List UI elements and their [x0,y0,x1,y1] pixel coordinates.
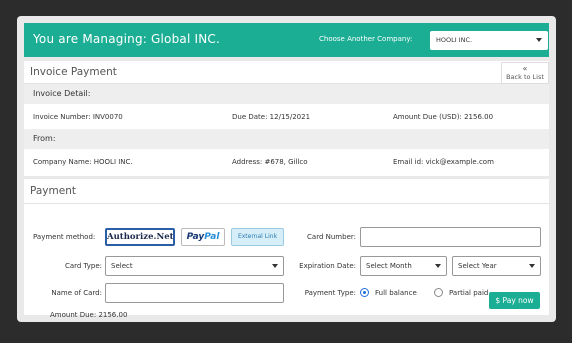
choose-company-label: Choose Another Company: [319,35,413,43]
full-balance-radio[interactable] [360,288,369,297]
invoice-payment-heading: Invoice Payment [30,66,117,78]
double-chevron-left-icon: « [522,64,528,73]
company-info-row: Company Name: HOOLI INC. Address: #678, … [24,151,549,173]
from-label: From: [33,134,56,143]
name-of-card-label: Name of Card: [51,289,102,297]
company-select[interactable]: HOOLI INC. [430,31,548,50]
from-row: From: [24,129,549,149]
expiration-month-value: Select Month [366,262,412,270]
card-number-label: Card Number: [307,233,356,241]
invoice-detail-row: Invoice Detail: [24,84,549,104]
company-email: Email id: vick@example.com [393,158,494,166]
invoice-number: Invoice Number: INV0070 [33,113,123,121]
back-to-list-button[interactable]: « Back to List [501,62,549,84]
invoice-panel-header: Invoice Payment « Back to List [24,61,549,84]
card-type-label: Card Type: [64,262,102,270]
external-link-button[interactable]: External Link [231,228,284,246]
expiration-date-label: Expiration Date: [299,262,356,270]
invoice-card: You are Managing: Global INC. Choose Ano… [17,16,556,322]
card-type-value: Select [111,262,133,270]
payment-heading: Payment [30,185,76,197]
pay-now-button[interactable]: $ Pay now [489,292,540,309]
invoice-payment-panel: Invoice Payment « Back to List Invoice D… [24,61,549,176]
paypal-logo-pay: Pay [186,232,205,242]
payment-type-label: Payment Type: [304,289,356,297]
expiration-month-select[interactable]: Select Month [360,256,447,276]
authorize-net-logo: Authorize.Net [107,232,174,242]
payment-panel-header: Payment [24,179,549,204]
card-number-input[interactable] [360,227,541,247]
amount-due-usd: Amount Due (USD): 2156.00 [393,113,494,121]
management-header: You are Managing: Global INC. Choose Ano… [24,23,549,57]
company-name: Company Name: HOOLI INC. [33,158,133,166]
external-link-label: External Link [237,233,278,240]
expiration-year-select[interactable]: Select Year [452,256,541,276]
pay-now-label: Pay now [502,296,534,305]
expiration-year-value: Select Year [458,262,497,270]
card-type-select[interactable]: Select [105,256,284,276]
back-to-list-label: Back to List [506,73,544,81]
name-of-card-input[interactable] [105,283,284,303]
partial-paid-radio[interactable] [434,288,443,297]
dollar-icon: $ [495,296,501,305]
full-balance-label: Full balance [375,289,417,297]
company-address: Address: #678, Gillco [232,158,308,166]
authorize-net-button[interactable]: Authorize.Net [105,228,175,246]
invoice-detail-label: Invoice Detail: [33,89,91,98]
due-date: Due Date: 12/15/2021 [232,113,311,121]
chevron-down-icon [529,264,535,268]
chevron-down-icon [272,264,278,268]
payment-panel: Payment Payment method: Authorize.Net Pa… [24,179,549,319]
paypal-button[interactable]: PayPal [181,228,225,246]
managing-title: You are Managing: Global INC. [33,32,221,46]
company-select-value: HOOLI INC. [436,36,473,44]
invoice-info-row: Invoice Number: INV0070 Due Date: 12/15/… [24,106,549,128]
payment-method-label: Payment method: [33,233,96,241]
paypal-logo-pal: Pal [204,232,220,242]
partial-paid-label: Partial paid [449,289,489,297]
amount-due-text: Amount Due: 2156.00 [50,311,128,319]
chevron-down-icon [536,38,542,42]
chevron-down-icon [435,264,441,268]
